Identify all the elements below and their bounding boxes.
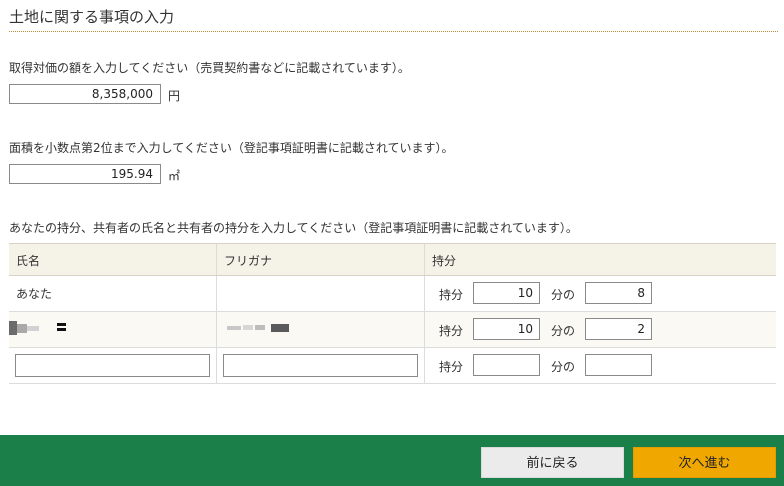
area-prompt: 面積を小数点第2位まで入力してください（登記事項証明書に記載されています）。 xyxy=(9,141,454,155)
redacted-furigana-image xyxy=(227,324,289,332)
share-numerator-input[interactable] xyxy=(585,318,652,340)
acquisition-amount-input[interactable] xyxy=(9,84,161,104)
share-denominator-input[interactable] xyxy=(473,282,540,304)
footer-bar: 前に戻る 次へ進む xyxy=(0,435,784,486)
next-button[interactable]: 次へ進む xyxy=(633,447,776,478)
owner-name: あなた xyxy=(16,287,53,301)
share-numerator-input[interactable] xyxy=(585,354,652,376)
header-share: 持分 xyxy=(432,254,457,268)
of-label: 分の xyxy=(551,324,576,338)
share-label: 持分 xyxy=(439,288,464,302)
title-divider xyxy=(9,31,778,32)
share-denominator-input[interactable] xyxy=(473,354,540,376)
co-owner-name-input[interactable] xyxy=(15,354,210,377)
redacted-name-image xyxy=(9,321,66,335)
table-row: あなた 持分 分の xyxy=(9,276,776,312)
table-row: 持分 分の xyxy=(9,312,776,348)
area-unit: ㎡ xyxy=(168,169,181,183)
share-label: 持分 xyxy=(439,360,464,374)
back-button[interactable]: 前に戻る xyxy=(481,447,624,478)
header-name: 氏名 xyxy=(16,254,41,268)
co-owner-table: 氏名 フリガナ 持分 あなた 持分 分の xyxy=(9,243,776,384)
table-header-row: 氏名 フリガナ 持分 xyxy=(9,244,776,276)
share-numerator-input[interactable] xyxy=(585,282,652,304)
table-row: 持分 分の xyxy=(9,348,776,384)
of-label: 分の xyxy=(551,360,576,374)
header-furigana: フリガナ xyxy=(224,254,273,268)
share-label: 持分 xyxy=(439,324,464,338)
acquisition-prompt: 取得対価の額を入力してください（売買契約書などに記載されています）。 xyxy=(9,61,410,75)
area-input[interactable] xyxy=(9,164,161,184)
page-title: 土地に関する事項の入力 xyxy=(9,8,175,26)
co-owner-furigana-input[interactable] xyxy=(223,354,418,377)
share-denominator-input[interactable] xyxy=(473,318,540,340)
share-prompt: あなたの持分、共有者の氏名と共有者の持分を入力してください（登記事項証明書に記載… xyxy=(9,221,578,235)
of-label: 分の xyxy=(551,288,576,302)
acquisition-unit: 円 xyxy=(168,89,181,103)
